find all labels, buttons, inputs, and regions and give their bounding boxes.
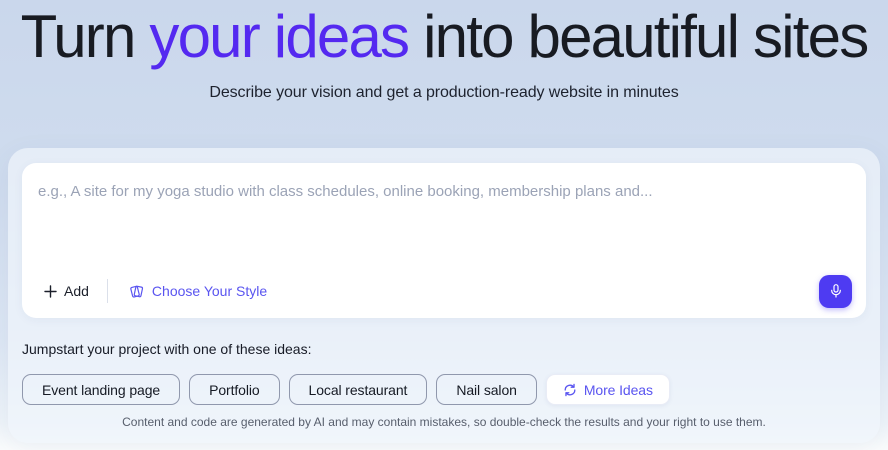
voice-input-button[interactable]: [819, 274, 852, 308]
toolbar-divider: [106, 279, 108, 303]
add-button-label: Add: [64, 283, 89, 299]
prompt-card: Add Choose Your Style: [22, 163, 866, 318]
chip-event-landing-page[interactable]: Event landing page: [22, 374, 181, 405]
plus-icon: [44, 284, 57, 298]
refresh-icon: [563, 383, 577, 397]
more-ideas-button[interactable]: More Ideas: [545, 374, 670, 405]
chip-local-restaurant[interactable]: Local restaurant: [288, 374, 428, 405]
chip-nail-salon[interactable]: Nail salon: [436, 374, 537, 405]
choose-style-button[interactable]: Choose Your Style: [122, 279, 273, 304]
page-title: Turn your ideas into beautiful sites: [0, 0, 888, 74]
page-title-part1: Turn: [20, 3, 150, 70]
page-title-highlight: your ideas: [149, 3, 410, 70]
ai-disclaimer: Content and code are generated by AI and…: [122, 415, 766, 429]
idea-chips: Event landing page Portfolio Local resta…: [22, 374, 670, 405]
more-ideas-label: More Ideas: [583, 381, 653, 398]
microphone-icon: [828, 283, 844, 299]
style-cards-fan-icon: [128, 283, 145, 300]
prompt-panel: Add Choose Your Style: [8, 148, 880, 443]
prompt-input[interactable]: [22, 163, 866, 263]
choose-style-label: Choose Your Style: [151, 283, 268, 299]
page: Turn your ideas into beautiful sites Des…: [0, 0, 888, 450]
prompt-toolbar: Add Choose Your Style: [38, 274, 852, 308]
page-title-part2: into beautiful sites: [408, 3, 869, 70]
add-button[interactable]: Add: [38, 279, 95, 303]
chip-portfolio[interactable]: Portfolio: [189, 374, 280, 405]
page-subtitle: Describe your vision and get a productio…: [209, 84, 679, 101]
ideas-label: Jumpstart your project with one of these…: [22, 341, 312, 357]
